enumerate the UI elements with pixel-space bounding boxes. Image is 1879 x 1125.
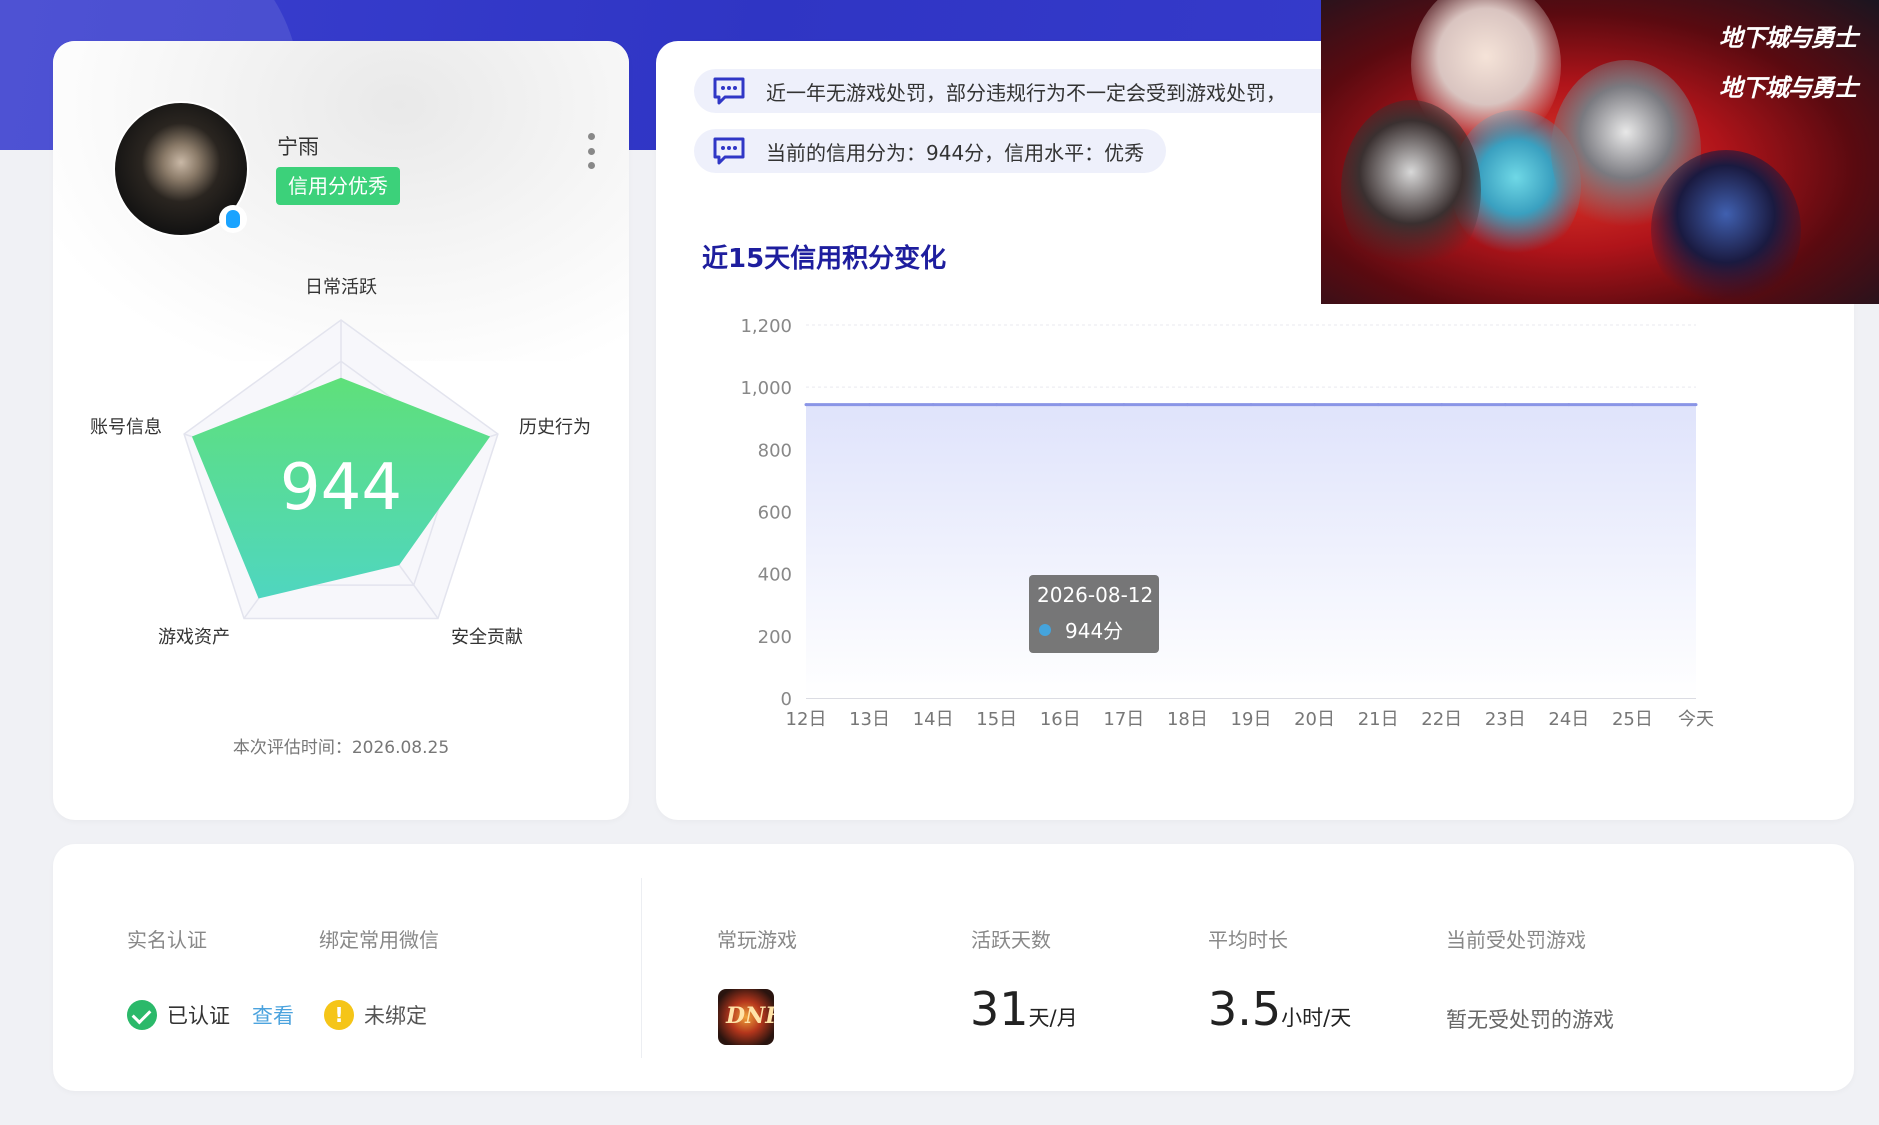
banner-logo: 地下城与勇士: [1719, 23, 1858, 52]
x-tick-label: 13日: [849, 709, 890, 730]
radar-label-history: 历史行为: [519, 417, 591, 438]
radar-label-daily-active: 日常活跃: [305, 277, 377, 298]
real-name-status: 已认证 查看 ! 未绑定: [127, 1000, 427, 1030]
credit-score-value: 944: [280, 451, 402, 525]
check-circle-icon: [127, 1000, 157, 1030]
x-tick-label: 19日: [1231, 709, 1272, 730]
avg-time-label: 平均时长: [1208, 928, 1288, 952]
tooltip-series-dot: [1039, 623, 1051, 636]
game-promo-banner[interactable]: 地下城与勇士 地下城与勇士: [1321, 0, 1879, 304]
wechat-label: 绑定常用微信: [319, 928, 439, 952]
banner-logo: 地下城与勇士: [1719, 73, 1858, 102]
x-tick-label: 21日: [1358, 709, 1399, 730]
data-point: [1122, 403, 1126, 407]
y-tick-label: 800: [758, 440, 792, 461]
no-punished-game-text: 暂无受处罚的游戏: [1446, 1008, 1614, 1032]
data-point: [931, 403, 935, 407]
real-name-label: 实名认证: [127, 928, 207, 952]
y-tick-label: 1,200: [740, 316, 792, 337]
warning-icon: !: [324, 1000, 354, 1030]
x-tick-label: 24日: [1548, 709, 1589, 730]
radar-label-account: 账号信息: [90, 417, 162, 438]
verified-text: 已认证: [167, 1004, 230, 1028]
divider: [641, 878, 642, 1058]
chart-tooltip: 2026-08-12 944分: [1029, 575, 1159, 653]
data-point: [868, 403, 872, 407]
data-point: [1630, 403, 1634, 407]
data-point: [1440, 403, 1444, 407]
data-point: [1185, 403, 1189, 407]
evaluation-time: 本次评估时间：2026.08.25: [232, 738, 450, 758]
x-tick-label: 12日: [786, 709, 827, 730]
y-tick-label: 400: [758, 565, 792, 586]
data-point: [1376, 403, 1380, 407]
data-point: [1058, 403, 1062, 407]
data-point: [1694, 403, 1698, 407]
radar-label-security: 安全贡献: [451, 627, 523, 648]
x-tick-label: 22日: [1421, 709, 1462, 730]
data-point: [1249, 403, 1253, 407]
x-tick-label: 16日: [1040, 709, 1081, 730]
data-point: [804, 403, 808, 407]
unbound-text[interactable]: 未绑定: [364, 1000, 427, 1030]
punished-game-label: 当前受处罚游戏: [1446, 928, 1586, 952]
credit-profile-card: 宁雨 信用分优秀 944 日常活跃 历史行为 安全贡献 游戏资产 账号信息 本次…: [53, 41, 629, 820]
y-tick-label: 200: [758, 627, 792, 648]
data-point: [1567, 403, 1571, 407]
radar-label-assets: 游戏资产: [158, 627, 230, 648]
y-tick-label: 1,000: [740, 378, 792, 399]
x-tick-label: 18日: [1167, 709, 1208, 730]
data-point: [1313, 403, 1317, 407]
data-point: [1503, 403, 1507, 407]
avg-time-value: 3.5小时/天: [1208, 982, 1352, 1036]
active-days-value: 31天/月: [970, 982, 1078, 1036]
tooltip-value: 944分: [1065, 619, 1124, 643]
y-tick-label: 600: [758, 503, 792, 524]
credit-area: [806, 404, 1696, 698]
active-days-label: 活跃天数: [971, 928, 1051, 952]
banner-character: [1651, 150, 1801, 304]
y-tick-label: 0: [781, 689, 792, 710]
account-info-card: 实名认证 绑定常用微信 已认证 查看 ! 未绑定 常玩游戏 活跃天数 平均时长 …: [53, 844, 1854, 1091]
x-tick-label: 23日: [1485, 709, 1526, 730]
banner-character: [1341, 100, 1481, 280]
x-tick-label: 14日: [913, 709, 954, 730]
dnf-game-icon[interactable]: DNF: [718, 989, 774, 1045]
x-tick-label: 25日: [1612, 709, 1653, 730]
common-game-label: 常玩游戏: [717, 928, 797, 952]
x-tick-label: 17日: [1103, 709, 1144, 730]
x-tick-label: 20日: [1294, 709, 1335, 730]
x-tick-label: 今天: [1678, 709, 1714, 730]
data-point: [995, 403, 999, 407]
tooltip-date: 2026-08-12: [1037, 583, 1154, 607]
view-link[interactable]: 查看: [252, 1000, 294, 1030]
x-tick-label: 15日: [976, 709, 1017, 730]
